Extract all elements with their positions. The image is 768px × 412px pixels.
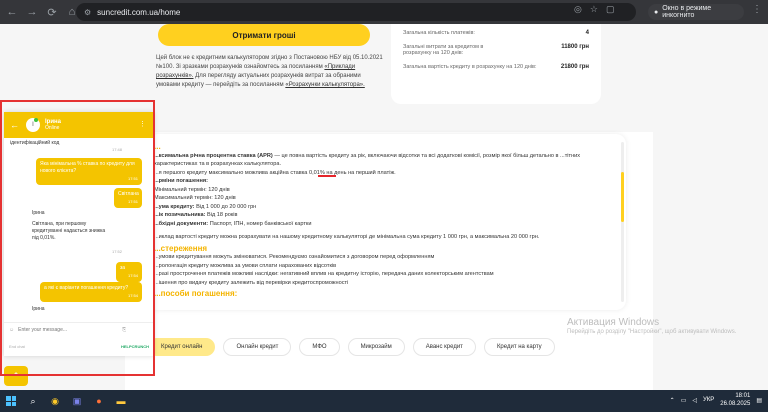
tray-chevron-icon[interactable]: ⌃ [670, 397, 675, 404]
first-loan-rate: ...я першого кредиту максимально можлива… [154, 169, 396, 176]
search-icon[interactable]: ⌕ [22, 390, 44, 412]
volume-icon[interactable]: ◁ [692, 397, 697, 404]
file-explorer-icon[interactable]: ▬ [110, 390, 132, 412]
get-money-button[interactable]: Отримати гроші [158, 24, 370, 46]
address-bar[interactable]: ⚙ suncredit.com.ua/home [76, 3, 636, 21]
card-scrollbar[interactable] [621, 142, 624, 302]
bookmark-star-icon[interactable]: ☆ [590, 4, 598, 15]
attach-icon[interactable]: ⎘ [122, 327, 126, 333]
chevron-up-icon: ⌃ [12, 370, 20, 381]
message-out: за 17:54 [116, 262, 142, 282]
summary-row: Загальна вартість кредиту в розрахунку н… [403, 64, 589, 70]
chat-header: ← I Ірина Online ⋮ [4, 112, 154, 138]
message-out: Світлана 17:51 [114, 188, 142, 208]
calculator-section: Отримати гроші Цей блок не є кредитним к… [135, 24, 625, 134]
summary-row: Загальні витрати за кредитом в розрахунк… [403, 44, 589, 56]
firefox-icon[interactable]: ● [88, 390, 110, 412]
pill-card-credit[interactable]: Кредит на карту [483, 338, 555, 356]
chat-footer: End chat HELPCRUNCH [4, 340, 154, 352]
helpcrunch-logo: HELPCRUNCH [121, 343, 149, 349]
windows-activation-watermark: Активация Windows Перейдіть до розділу "… [567, 317, 737, 335]
clock[interactable]: 18:01 26.08.2025 [720, 392, 750, 408]
forward-icon[interactable]: → [24, 4, 40, 20]
start-button[interactable] [0, 390, 22, 412]
chat-toggle-button[interactable]: ⌃ [4, 366, 28, 386]
message-out: а які є варіанти погашення кредиту? 17:5… [40, 282, 142, 302]
payment-methods-heading: ...пособи погашення: [154, 289, 238, 298]
message-in: ідентифікаційний код [10, 140, 60, 146]
back-icon[interactable]: ← [4, 4, 20, 20]
chat-input-bar: ☺ ⎘ [4, 322, 154, 336]
windows-taskbar: ⌕ ◉ ▣ ● ▬ ⌃ ▭ ◁ УКР 18:01 26.08.2025 ▤ [0, 390, 768, 412]
incognito-label: Окно в режиме инкогнито [662, 5, 712, 19]
emoji-icon[interactable]: ☺ [9, 327, 14, 333]
notifications-icon[interactable]: ▤ [756, 397, 762, 404]
eye-off-icon[interactable]: ◎ [574, 4, 582, 15]
chat-message-input[interactable] [18, 326, 119, 333]
teams-icon[interactable]: ▣ [66, 390, 88, 412]
loan-summary-card: Загальна кількість платежів: 4 Загальні в… [391, 24, 601, 104]
chrome-icon[interactable]: ◉ [44, 390, 66, 412]
chat-menu-icon[interactable]: ⋮ [139, 120, 146, 128]
chat-messages: ідентифікаційний код 17:48 Яка мінімальн… [4, 138, 154, 314]
loan-type-pills: Кредит онлайн Онлайн кредит МФО Микрозай… [148, 338, 555, 356]
omnibox-actions: ◎ ☆ ▢ [574, 4, 614, 15]
calculator-notice: Цей блок не є кредитним калькулятором зг… [156, 55, 383, 88]
pill-online-credit[interactable]: Онлайн кредит [223, 338, 292, 356]
agent-status: Online [45, 125, 60, 131]
warnings-heading: ...стереження [154, 243, 208, 253]
calculator-calc-link[interactable]: «Розрахунки калькулятора». [285, 82, 364, 88]
pill-mfo[interactable]: МФО [299, 338, 340, 356]
end-chat-link[interactable]: End chat [9, 344, 25, 349]
extensions-icon[interactable]: ▢ [606, 4, 615, 15]
system-tray: ⌃ ▭ ◁ УКР 18:01 26.08.2025 ▤ [670, 392, 762, 408]
apr-heading: ... [154, 142, 161, 151]
chat-back-icon[interactable]: ← [10, 120, 22, 130]
message-in: Ірина [32, 306, 45, 312]
message-out: Яка мінімальна % ставка по кредиту для н… [36, 158, 142, 185]
windows-logo-icon [6, 396, 16, 406]
pill-credit-online[interactable]: Кредит онлайн [148, 338, 216, 356]
pill-advance-credit[interactable]: Аванс кредит [412, 338, 476, 356]
chat-widget: ← I Ірина Online ⋮ ідентифікаційний код … [4, 112, 154, 356]
apr-info-card: ... ...ксимальна річна процентна ставка … [148, 134, 626, 310]
message-in: Ірина Світлана, при першому кредитуванні… [32, 210, 106, 241]
incognito-icon: ● [654, 8, 659, 16]
scrollbar-thumb[interactable] [621, 172, 624, 222]
browser-menu-icon[interactable]: ⋮ [752, 4, 762, 15]
reload-icon[interactable]: ⟳ [44, 4, 60, 20]
input-language[interactable]: УКР [703, 397, 714, 403]
rate-highlight-underline [318, 175, 336, 177]
pill-microloan[interactable]: Микрозайм [347, 338, 405, 356]
incognito-badge[interactable]: ● Окно в режиме инкогнито [648, 4, 744, 20]
network-icon[interactable]: ▭ [681, 397, 687, 404]
site-info-icon[interactable]: ⚙ [84, 8, 91, 17]
online-indicator [34, 118, 38, 122]
summary-row: Загальна кількість платежів: 4 [403, 30, 589, 36]
url-text: suncredit.com.ua/home [97, 7, 181, 17]
